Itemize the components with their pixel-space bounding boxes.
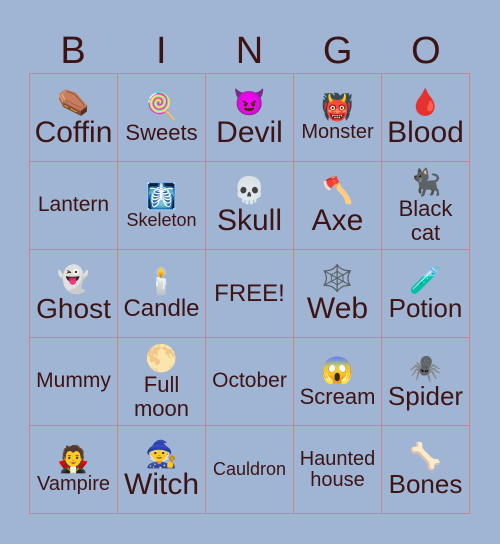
- bingo-cell[interactable]: 🧪 Potion: [382, 250, 470, 338]
- cell-label: FREE!: [214, 279, 285, 307]
- bingo-cell[interactable]: 🕯️ Candle: [118, 250, 206, 338]
- cell-label: Scream: [299, 383, 376, 409]
- cell-label: Web: [306, 291, 369, 325]
- bingo-cell[interactable]: 🧛 Vampire: [30, 426, 118, 514]
- cell-label: Black cat: [398, 196, 453, 245]
- cell-label: Monster: [301, 121, 374, 143]
- cell-label: Coffin: [34, 115, 113, 149]
- bingo-cell[interactable]: 🕷️ Spider: [382, 338, 470, 426]
- bones-icon: 🦴: [409, 440, 442, 471]
- cell-label: Spider: [387, 380, 464, 411]
- devil-icon: 😈: [233, 86, 266, 117]
- bingo-cell[interactable]: 🍭 Sweets: [118, 74, 206, 162]
- monster-icon: 👹: [321, 92, 354, 122]
- bingo-cell[interactable]: 😱 Scream: [294, 338, 382, 426]
- coffin-icon: ⚰️: [57, 86, 90, 117]
- bingo-cell[interactable]: 👻 Ghost: [30, 250, 118, 338]
- scream-icon: 😱: [321, 354, 354, 385]
- header-letter: N: [235, 30, 264, 72]
- bingo-cell[interactable]: 🐈‍⬛ Black cat: [382, 162, 470, 250]
- bingo-cell[interactable]: 🧙 Witch: [118, 426, 206, 514]
- skeleton-icon: 🩻: [145, 181, 178, 212]
- bingo-cell[interactable]: 🌕 Full moon: [118, 338, 206, 426]
- skull-icon: 💀: [233, 174, 266, 205]
- cell-label: Full moon: [133, 372, 190, 421]
- full-moon-icon: 🌕: [145, 343, 178, 374]
- header-letter: B: [60, 30, 86, 72]
- bingo-cell[interactable]: Haunted house: [294, 426, 382, 514]
- bingo-cell[interactable]: Lantern: [30, 162, 118, 250]
- ghost-icon: 👻: [57, 263, 90, 294]
- bingo-cell[interactable]: 🕸️ Web: [294, 250, 382, 338]
- potion-icon: 🧪: [409, 264, 442, 295]
- sweets-icon: 🍭: [145, 90, 178, 121]
- cell-label: Mummy: [36, 369, 111, 393]
- bingo-cell[interactable]: Cauldron: [206, 426, 294, 514]
- header-letter: G: [322, 30, 353, 72]
- cell-label: Lantern: [37, 193, 110, 217]
- candle-icon: 🕯️: [145, 265, 178, 296]
- cell-label: Candle: [123, 294, 200, 322]
- cell-label: Bones: [388, 468, 463, 499]
- web-icon: 🕸️: [321, 262, 354, 293]
- cell-label: Skull: [216, 203, 283, 237]
- bingo-cell[interactable]: 😈 Devil: [206, 74, 294, 162]
- black-cat-icon: 🐈‍⬛: [409, 167, 442, 198]
- bingo-cell[interactable]: 🩸 Blood: [382, 74, 470, 162]
- bingo-cell[interactable]: 🩻 Skeleton: [118, 162, 206, 250]
- cell-label: Witch: [124, 467, 199, 501]
- cell-label: October: [212, 369, 287, 393]
- spider-icon: 🕷️: [409, 352, 442, 383]
- bingo-cell[interactable]: 🦴 Bones: [382, 426, 470, 514]
- vampire-icon: 🧛: [57, 444, 90, 474]
- bingo-cell[interactable]: 🪓 Axe: [294, 162, 382, 250]
- bingo-grid: ⚰️ Coffin 🍭 Sweets 😈 Devil 👹 Monster 🩸 Blood Lante…: [29, 73, 470, 514]
- axe-icon: 🪓: [321, 174, 354, 205]
- witch-icon: 🧙: [145, 438, 178, 469]
- cell-label: Blood: [387, 115, 464, 149]
- bingo-cell[interactable]: 💀 Skull: [206, 162, 294, 250]
- bingo-cell[interactable]: 👹 Monster: [294, 74, 382, 162]
- bingo-header: B I N G O: [29, 30, 470, 72]
- bingo-cell[interactable]: FREE!: [206, 250, 294, 338]
- blood-icon: 🩸: [409, 86, 442, 117]
- cell-label: Sweets: [125, 119, 198, 145]
- cell-label: Ghost: [36, 292, 111, 324]
- cell-label: Haunted house: [299, 447, 376, 491]
- bingo-cell[interactable]: October: [206, 338, 294, 426]
- cell-label: Cauldron: [212, 459, 287, 480]
- cell-label: Skeleton: [126, 210, 197, 231]
- cell-label: Axe: [311, 203, 364, 237]
- header-letter: I: [156, 30, 167, 72]
- cell-label: Potion: [388, 292, 463, 323]
- cell-label: Vampire: [37, 473, 110, 495]
- header-letter: O: [411, 30, 441, 72]
- cell-label: Devil: [216, 115, 283, 149]
- bingo-cell[interactable]: Mummy: [30, 338, 118, 426]
- bingo-cell[interactable]: ⚰️ Coffin: [30, 74, 118, 162]
